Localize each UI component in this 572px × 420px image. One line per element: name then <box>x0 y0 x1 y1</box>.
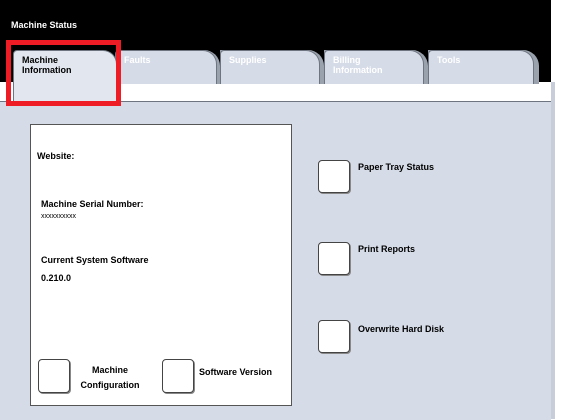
window-title: Machine Status <box>11 20 78 30</box>
software-version-button[interactable] <box>162 359 194 393</box>
tab-faults[interactable]: Faults <box>115 50 217 84</box>
system-software-value: 0.210.0 <box>41 273 72 283</box>
tab-label: Faults <box>124 55 151 65</box>
tab-label: Supplies <box>229 55 267 65</box>
serial-number-label: Machine Serial Number: <box>41 199 144 209</box>
print-reports-label: Print Reports <box>358 244 416 254</box>
software-version-label: Software Version <box>199 367 273 377</box>
paper-tray-status-button[interactable] <box>318 160 350 193</box>
tab-label: Tools <box>437 55 461 65</box>
website-label: Website: <box>37 151 75 161</box>
tab-tools[interactable]: Tools <box>428 50 534 84</box>
tab-label: Billing Information <box>333 55 383 75</box>
system-software-label: Current System Software <box>41 255 149 265</box>
overwrite-hard-disk-button[interactable] <box>318 320 350 353</box>
tab-billing-information[interactable]: Billing Information <box>324 50 424 84</box>
paper-tray-status-label: Paper Tray Status <box>358 162 435 172</box>
tab-supplies[interactable]: Supplies <box>220 50 320 84</box>
selection-highlight <box>6 40 121 106</box>
machine-configuration-button[interactable] <box>38 359 70 393</box>
machine-configuration-label: Machine Configuration <box>80 365 140 390</box>
panel-edge <box>551 82 555 419</box>
print-reports-button[interactable] <box>318 242 350 275</box>
overwrite-hard-disk-label: Overwrite Hard Disk <box>358 324 445 334</box>
machine-info-box: Website: Machine Serial Number: xxxxxxxx… <box>30 124 292 406</box>
serial-number-value: xxxxxxxxxx <box>41 213 76 220</box>
